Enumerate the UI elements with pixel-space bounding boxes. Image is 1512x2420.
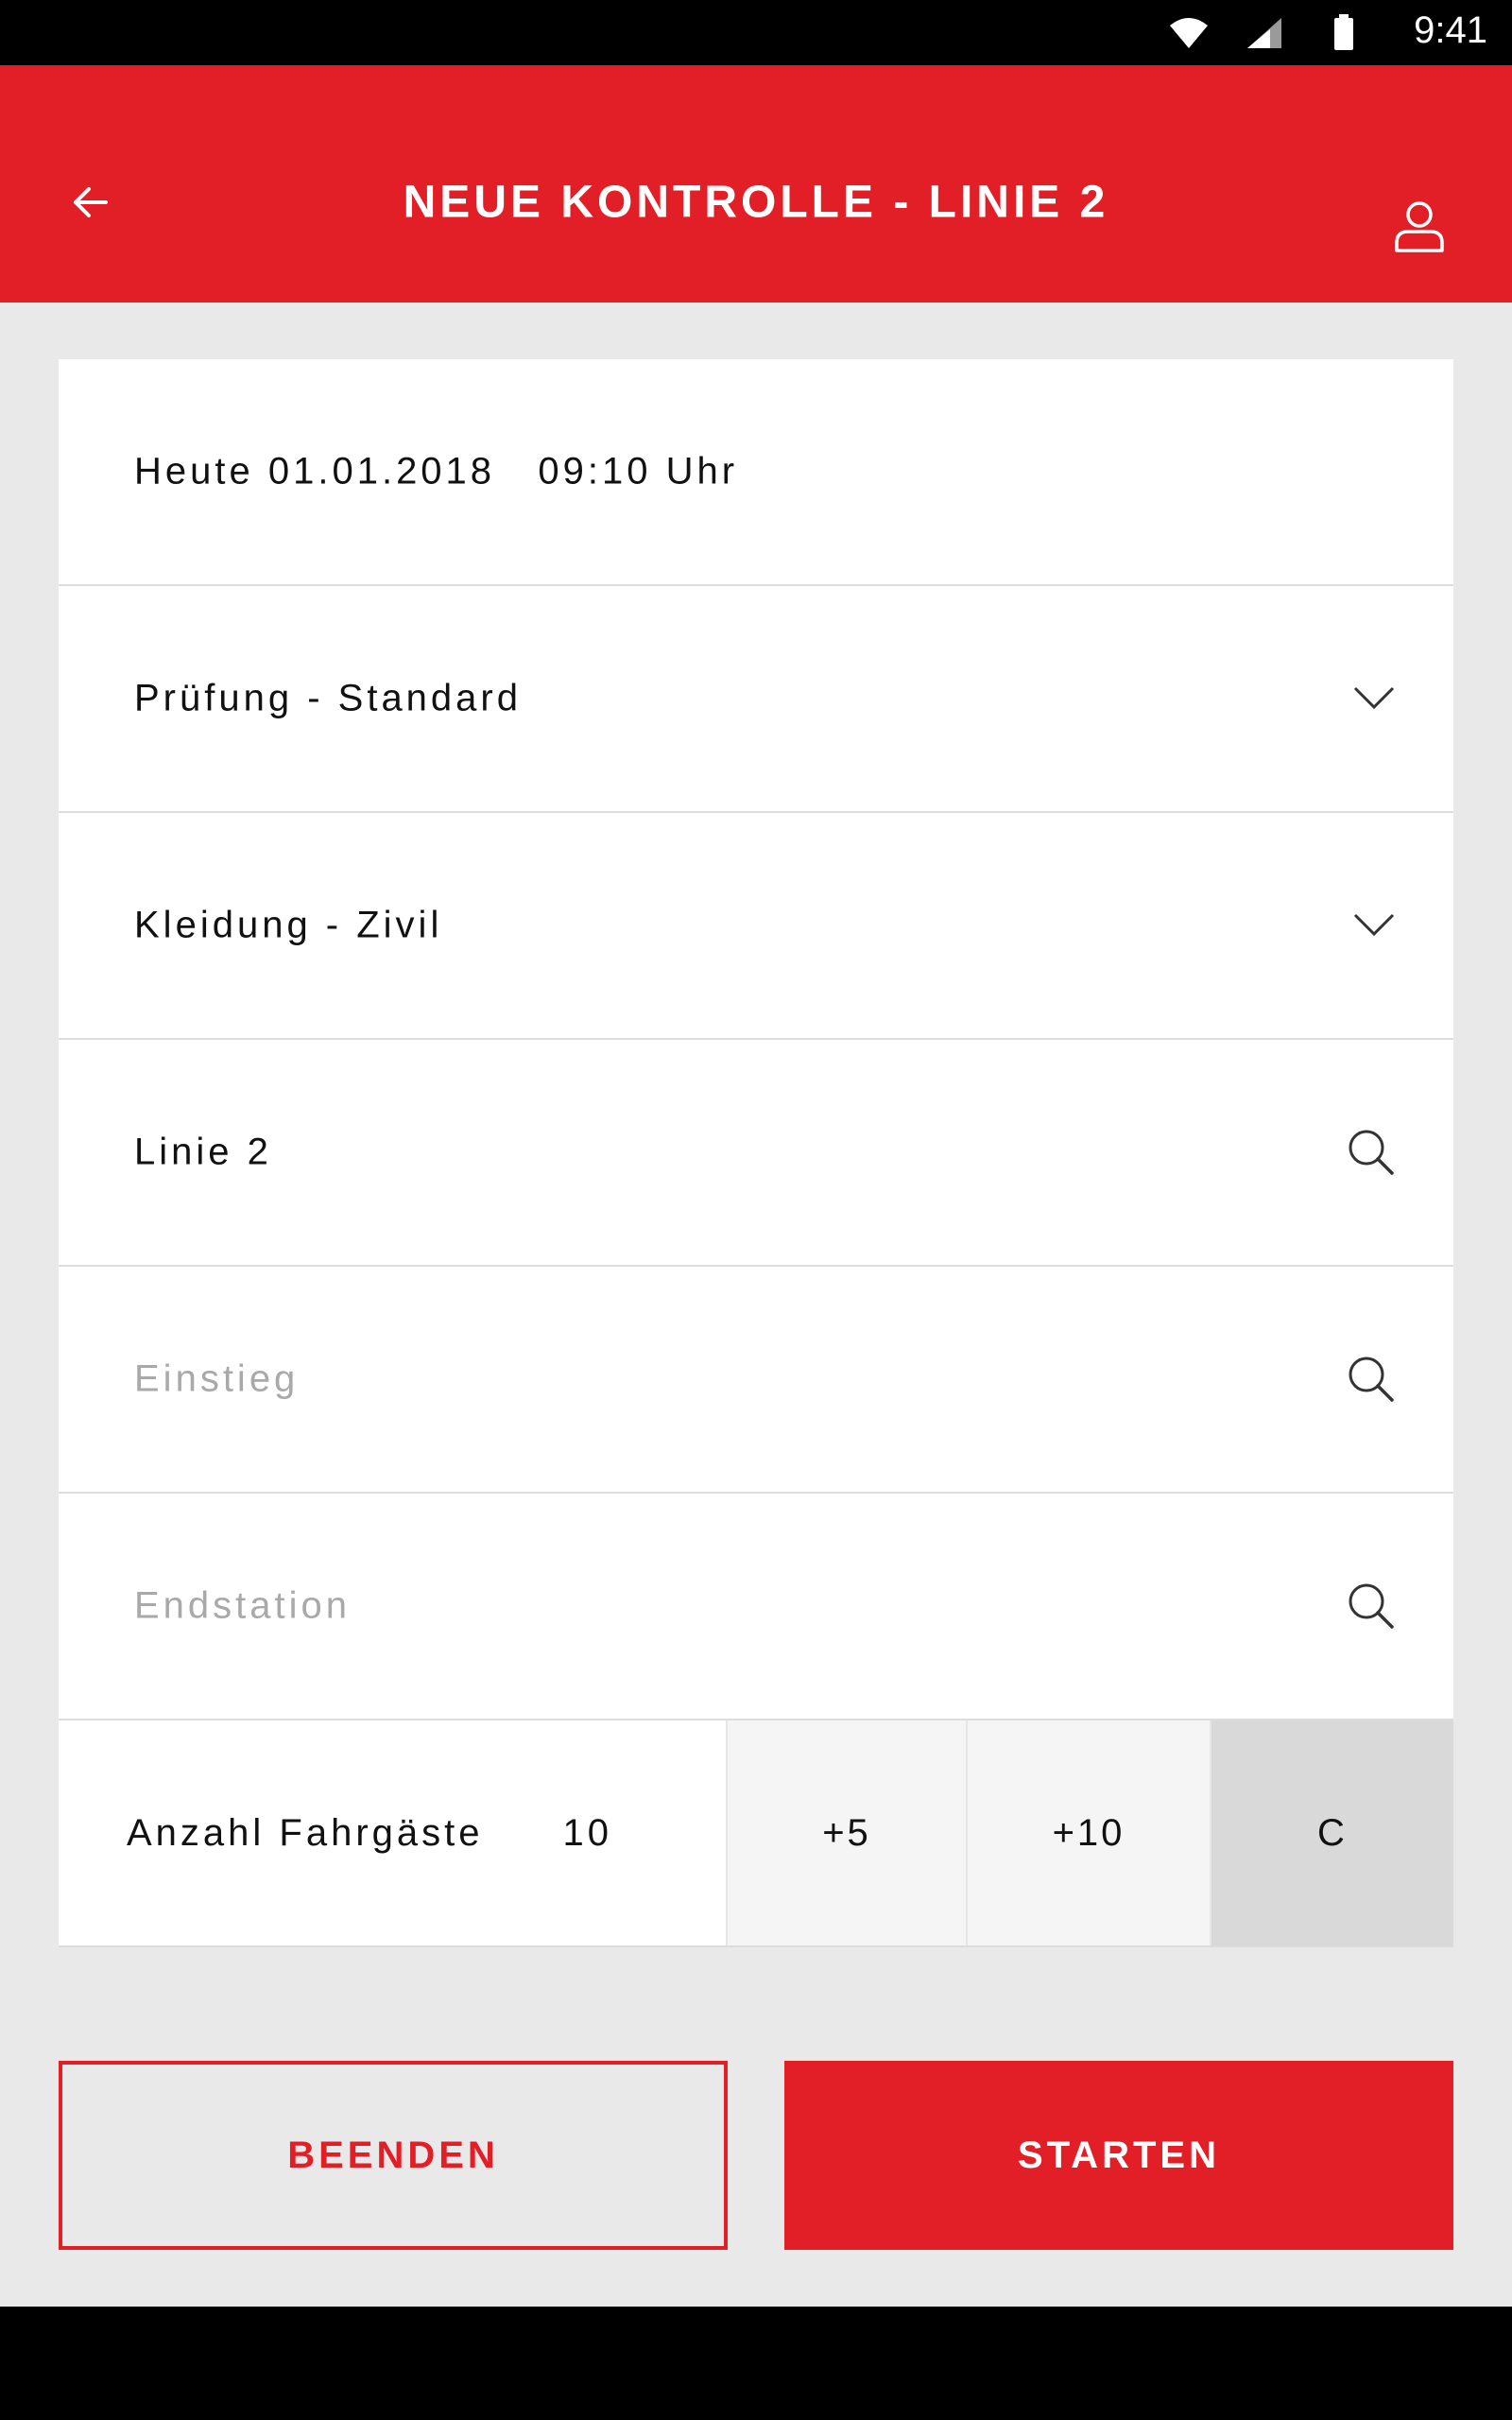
kleidung-value: Kleidung - Zivil	[134, 904, 443, 946]
einstieg-field[interactable]: Einstieg	[59, 1267, 1453, 1494]
endstation-placeholder: Endstation	[134, 1584, 352, 1627]
datetime-text: Heute 01.01.2018 09:10 Uhr	[134, 450, 739, 493]
einstieg-placeholder: Einstieg	[134, 1357, 300, 1400]
pruefung-value: Prüfung - Standard	[134, 677, 522, 719]
action-bar: BEENDEN STARTEN	[59, 2061, 1453, 2250]
linie-value: Linie 2	[134, 1131, 272, 1173]
chevron-down-icon	[1353, 913, 1395, 937]
kleidung-select[interactable]: Kleidung - Zivil	[59, 813, 1453, 1040]
start-button[interactable]: STARTEN	[784, 2061, 1453, 2250]
app-bar: NEUE KONTROLLE - LINIE 2	[0, 65, 1512, 302]
clear-button[interactable]: C	[1210, 1720, 1453, 1945]
status-bar: 9:41	[0, 0, 1512, 65]
datetime-row: Heute 01.01.2018 09:10 Uhr	[59, 359, 1453, 586]
search-icon[interactable]	[1348, 1582, 1395, 1630]
passenger-count-cell: Anzahl Fahrgäste 10	[59, 1720, 726, 1945]
system-nav-bar	[0, 2307, 1512, 2420]
search-icon[interactable]	[1348, 1129, 1395, 1176]
search-icon[interactable]	[1348, 1356, 1395, 1403]
status-time: 9:41	[1414, 9, 1487, 51]
pruefung-select[interactable]: Prüfung - Standard	[59, 586, 1453, 813]
chevron-down-icon	[1353, 686, 1395, 710]
endstation-field[interactable]: Endstation	[59, 1494, 1453, 1720]
signal-icon	[1247, 18, 1281, 48]
wifi-icon	[1170, 18, 1208, 48]
add-5-button[interactable]: +5	[726, 1720, 966, 1945]
battery-icon	[1334, 14, 1353, 50]
page-title: NEUE KONTROLLE - LINIE 2	[403, 177, 1109, 228]
user-icon[interactable]	[1393, 199, 1446, 252]
passenger-count-label: Anzahl Fahrgäste	[127, 1811, 484, 1854]
add-10-button[interactable]: +10	[966, 1720, 1210, 1945]
end-button[interactable]: BEENDEN	[59, 2061, 728, 2250]
linie-field[interactable]: Linie 2	[59, 1040, 1453, 1267]
passenger-counter: Anzahl Fahrgäste 10 +5 +10 C	[59, 1720, 1453, 1947]
control-form: Heute 01.01.2018 09:10 Uhr Prüfung - Sta…	[59, 359, 1453, 1947]
passenger-count-value: 10	[562, 1811, 613, 1854]
